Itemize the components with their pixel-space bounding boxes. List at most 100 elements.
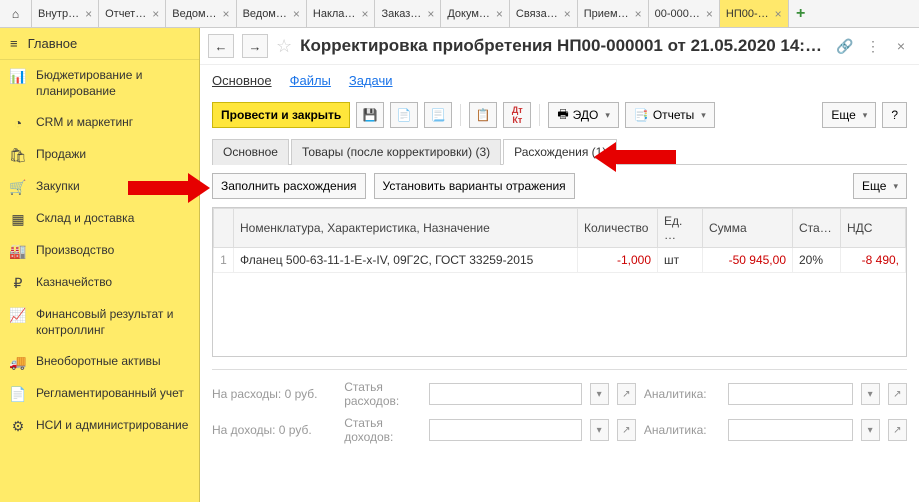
- close-icon[interactable]: ×: [85, 7, 92, 21]
- bag-icon: 🛍: [10, 147, 26, 163]
- set-variants-button[interactable]: Установить варианты отражения: [374, 173, 575, 199]
- col-qty[interactable]: Количество: [578, 209, 658, 248]
- nav-fwd-button[interactable]: →: [242, 34, 268, 58]
- post-button[interactable]: 📄: [390, 102, 418, 128]
- article-exp-open[interactable]: ↗: [617, 383, 636, 405]
- favorite-icon[interactable]: ☆: [276, 36, 292, 57]
- link-icon[interactable]: 🔗: [835, 36, 855, 56]
- tab-label: Ведом…: [172, 8, 216, 20]
- tab-goods[interactable]: Товары (после корректировки) (3): [291, 139, 501, 165]
- analytics-exp-open[interactable]: ↗: [888, 383, 907, 405]
- sidebar-item-label: Финансовый результат и контроллинг: [36, 307, 189, 338]
- sidebar-item-label: Бюджетирование и планирование: [36, 68, 189, 99]
- sidebar-item[interactable]: ◔CRM и маркетинг: [0, 107, 199, 139]
- new-tab-button[interactable]: +: [789, 0, 813, 27]
- app-tab[interactable]: Докум…×: [441, 0, 510, 27]
- col-nomenclature[interactable]: Номенклатура, Характеристика, Назначение: [234, 209, 578, 248]
- close-icon[interactable]: ×: [706, 7, 713, 21]
- section-main[interactable]: Основное: [212, 73, 272, 88]
- close-icon[interactable]: ×: [775, 7, 782, 21]
- close-icon[interactable]: ×: [427, 7, 434, 21]
- close-icon[interactable]: ×: [496, 7, 503, 21]
- section-tasks[interactable]: Задачи: [349, 73, 393, 88]
- article-inc-input[interactable]: [429, 419, 582, 441]
- analytics-exp-dd[interactable]: ▾: [861, 383, 880, 405]
- section-links: Основное Файлы Задачи: [200, 65, 919, 96]
- article-exp-input[interactable]: [429, 383, 582, 405]
- home-tab[interactable]: ⌂: [0, 0, 32, 27]
- sub-more-button[interactable]: Еще: [853, 173, 907, 199]
- app-tab[interactable]: Отчет…×: [99, 0, 166, 27]
- app-tab[interactable]: Прием… ×: [578, 0, 649, 27]
- analytics-inc-dd[interactable]: ▾: [861, 419, 880, 441]
- analytics-inc-label: Аналитика:: [644, 423, 720, 437]
- col-unit[interactable]: Ед. …: [658, 209, 703, 248]
- cell-sum: -50 945,00: [703, 248, 793, 273]
- app-tab[interactable]: Накла…×: [307, 0, 376, 27]
- sidebar-item[interactable]: ▦Склад и доставка: [0, 203, 199, 235]
- more-button[interactable]: Еще: [822, 102, 876, 128]
- main-area: ← → ☆ Корректировка приобретения НП00-00…: [200, 28, 919, 502]
- sidebar-item[interactable]: 📈Финансовый результат и контроллинг: [0, 299, 199, 346]
- app-tab[interactable]: Заказ…×: [375, 0, 441, 27]
- nav-back-button[interactable]: ←: [208, 34, 234, 58]
- close-icon[interactable]: ×: [293, 7, 300, 21]
- doc-title: Корректировка приобретения НП00-000001 о…: [300, 36, 827, 56]
- article-exp-dd[interactable]: ▾: [590, 383, 609, 405]
- analytics-exp-label: Аналитика:: [644, 387, 720, 401]
- close-doc-icon[interactable]: ×: [891, 36, 911, 56]
- sidebar-item[interactable]: ⚙НСИ и администрирование: [0, 410, 199, 442]
- app-tab[interactable]: Ведом… ×: [166, 0, 236, 27]
- diff-table[interactable]: Номенклатура, Характеристика, Назначение…: [212, 207, 907, 357]
- sidebar-main[interactable]: ≡ Главное: [0, 28, 199, 60]
- ruble-icon: ₽: [10, 275, 26, 291]
- tab-label: Прием…: [584, 8, 629, 20]
- article-inc-label: Статья доходов:: [344, 416, 420, 444]
- sidebar-item-label: Внеоборотные активы: [36, 354, 189, 370]
- print-button[interactable]: 📋: [469, 102, 497, 128]
- pie-icon: ◔: [10, 115, 26, 131]
- sidebar-item[interactable]: 🛍Продажи: [0, 139, 199, 171]
- section-files[interactable]: Файлы: [290, 73, 331, 88]
- close-icon[interactable]: ×: [635, 7, 642, 21]
- col-rate[interactable]: Ста…: [793, 209, 841, 248]
- article-inc-dd[interactable]: ▾: [590, 419, 609, 441]
- fill-diff-button[interactable]: Заполнить расхождения: [212, 173, 366, 199]
- unpost-button[interactable]: 📃: [424, 102, 452, 128]
- sidebar-item[interactable]: 🏭Производство: [0, 235, 199, 267]
- tab-main[interactable]: Основное: [212, 139, 289, 165]
- analytics-exp-input[interactable]: [728, 383, 852, 405]
- app-tab[interactable]: 00-000…×: [649, 0, 720, 27]
- close-icon[interactable]: ×: [223, 7, 230, 21]
- more-dots-icon[interactable]: ⋮: [863, 36, 883, 56]
- edo-button[interactable]: 🖶ЭДО: [548, 102, 619, 128]
- help-button[interactable]: ?: [882, 102, 907, 128]
- sidebar-item[interactable]: ₽Казначейство: [0, 267, 199, 299]
- save-button[interactable]: 💾: [356, 102, 384, 128]
- analytics-inc-input[interactable]: [728, 419, 852, 441]
- cell-rate: 20%: [793, 248, 841, 273]
- sidebar-item[interactable]: 📊Бюджетирование и планирование: [0, 60, 199, 107]
- cell-unit: шт: [658, 248, 703, 273]
- app-tab[interactable]: Ведом…×: [237, 0, 307, 27]
- app-tab[interactable]: Связа… ×: [510, 0, 578, 27]
- post-icon: 📄: [397, 108, 412, 122]
- dtkt-button[interactable]: ДтКт: [503, 102, 531, 128]
- gear-icon: ⚙: [10, 418, 26, 434]
- sidebar-item[interactable]: 🚚Внеоборотные активы: [0, 346, 199, 378]
- app-tab[interactable]: Внутр…×: [32, 0, 99, 27]
- doc-header: ← → ☆ Корректировка приобретения НП00-00…: [200, 28, 919, 65]
- tab-label: Связа…: [516, 8, 558, 20]
- sidebar-item[interactable]: 📄Регламентированный учет: [0, 378, 199, 410]
- close-icon[interactable]: ×: [361, 7, 368, 21]
- analytics-inc-open[interactable]: ↗: [888, 419, 907, 441]
- reports-button[interactable]: 📑Отчеты: [625, 102, 715, 128]
- table-row[interactable]: 1Фланец 500-63-11-1-E-x-IV, 09Г2С, ГОСТ …: [214, 248, 906, 273]
- col-vat[interactable]: НДС: [841, 209, 906, 248]
- app-tab[interactable]: НП00-…×: [720, 0, 789, 27]
- close-icon[interactable]: ×: [152, 7, 159, 21]
- post-close-button[interactable]: Провести и закрыть: [212, 102, 350, 128]
- close-icon[interactable]: ×: [564, 7, 571, 21]
- col-sum[interactable]: Сумма: [703, 209, 793, 248]
- article-inc-open[interactable]: ↗: [617, 419, 636, 441]
